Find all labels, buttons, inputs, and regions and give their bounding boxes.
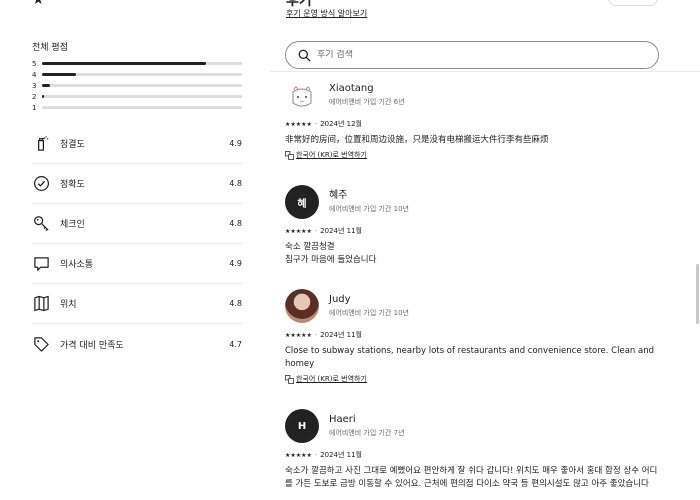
category-accuracy: 정확도 4.8 xyxy=(32,164,242,204)
rating-bar-fill xyxy=(42,95,44,98)
reviewer-tenure: 에어비앤비 가입 기간 10년 xyxy=(329,205,409,213)
reviewer-name[interactable]: Judy xyxy=(329,293,409,306)
category-label: 의사소통 xyxy=(60,260,94,270)
reviewer-tenure: 에어비앤비 가입 기간 7년 xyxy=(329,429,405,437)
map-icon xyxy=(32,295,50,313)
header-divider xyxy=(270,71,700,72)
check-circle-icon xyxy=(32,175,50,193)
chat-bubble-icon xyxy=(32,255,50,273)
review-item: 혜 혜주 에어비앤비 가입 기간 10년 ★★★★★ · 2024년 11월 숙소 … xyxy=(285,185,665,267)
translate-link[interactable]: 한국어 (KR)로 번역하기 xyxy=(285,150,665,161)
category-label: 위치 xyxy=(60,300,77,310)
reviewer-name[interactable]: 혜주 xyxy=(329,189,409,202)
translate-link[interactable]: 한국어 (KR)로 번역하기 xyxy=(285,374,665,385)
avatar[interactable] xyxy=(285,289,319,323)
rating-bar-row: 2 xyxy=(32,91,242,102)
category-checkin: 체크인 4.8 xyxy=(32,204,242,244)
rating-star-icon: ★ xyxy=(32,0,45,8)
price-tag-icon xyxy=(32,335,50,353)
rating-bar-label: 1 xyxy=(32,103,37,112)
category-score: 4.8 xyxy=(229,299,242,308)
rating-bar-row: 5 xyxy=(32,58,242,69)
rating-bar-fill xyxy=(42,73,76,76)
translate-label[interactable]: 한국어 (KR)로 번역하기 xyxy=(296,150,367,161)
category-score: 4.9 xyxy=(229,139,242,148)
cartoon-avatar-icon xyxy=(292,86,312,107)
review-text: 숙소가 깔끔하고 사진 그대로 예뻤어요 편안하게 잘 쉬다 갑니다! 위치도 … xyxy=(285,466,658,489)
translate-icon xyxy=(285,375,294,384)
category-value: 가격 대비 만족도 4.7 xyxy=(32,324,242,364)
avatar[interactable]: H xyxy=(285,409,319,443)
star-rating-icon: ★★★★★ xyxy=(285,332,312,339)
rating-distribution: 5 4 3 2 1 xyxy=(32,58,242,113)
review-item: Judy 에어비앤비 가입 기간 10년 ★★★★★ · 2024년 11월 Clo… xyxy=(285,289,665,385)
search-icon xyxy=(298,49,311,61)
review-rating-line: ★★★★★ · 2024년 11월 xyxy=(285,451,362,459)
category-score: 4.8 xyxy=(229,179,242,188)
sort-button[interactable] xyxy=(608,0,658,6)
rating-bar-row: 4 xyxy=(32,69,242,80)
review-text: Close to subway stations, nearby lots of… xyxy=(285,346,654,369)
review-text: 숙소 깔끔청결 침구가 마음에 들었습니다 xyxy=(285,242,377,265)
review-item: Xiaotang 에어비앤비 가입 기간 6년 ★★★★★ · 2024년 12월 … xyxy=(285,78,665,161)
translate-icon xyxy=(285,151,294,160)
search-input[interactable] xyxy=(317,50,617,60)
category-score: 4.8 xyxy=(229,219,242,228)
translate-label[interactable]: 한국어 (KR)로 번역하기 xyxy=(296,374,367,385)
category-cleanliness: 청결도 4.9 xyxy=(32,124,242,164)
category-label: 체크인 xyxy=(60,220,85,230)
category-label: 정확도 xyxy=(60,180,85,190)
review-date: 2024년 11월 xyxy=(320,331,362,339)
review-rating-line: ★★★★★ · 2024년 12월 xyxy=(285,120,362,128)
reviewer-tenure: 에어비앤비 가입 기간 6년 xyxy=(329,98,405,106)
review-text: 非常好的房间，位置和周边设施，只是没有电梯搬运大件行李有些麻烦 xyxy=(285,135,549,145)
reviewer-name[interactable]: Haeri xyxy=(329,413,405,426)
rating-bar-label: 3 xyxy=(32,81,37,90)
category-communication: 의사소통 4.9 xyxy=(32,244,242,284)
review-policy-link[interactable]: 후기 운영 방식 알아보기 xyxy=(286,8,367,19)
avatar[interactable]: 혜 xyxy=(285,185,319,219)
spray-bottle-icon xyxy=(32,135,50,153)
review-search-box[interactable] xyxy=(285,41,659,69)
review-rating-line: ★★★★★ · 2024년 11월 xyxy=(285,331,362,339)
rating-bar-fill xyxy=(42,84,50,87)
rating-bar-label: 5 xyxy=(32,59,37,68)
category-score: 4.7 xyxy=(229,339,242,349)
reviewer-name[interactable]: Xiaotang xyxy=(329,82,405,95)
review-item: H Haeri 에어비앤비 가입 기간 7년 ★★★★★ · 2024년 11월 숙… xyxy=(285,409,665,491)
star-rating-icon: ★★★★★ xyxy=(285,228,312,235)
rating-bar-label: 4 xyxy=(32,70,37,79)
overall-rating-title: 전체 평점 xyxy=(32,43,68,53)
category-score: 4.9 xyxy=(229,259,242,268)
review-date: 2024년 11월 xyxy=(320,451,362,459)
reviewer-tenure: 에어비앤비 가입 기간 10년 xyxy=(329,309,409,317)
category-location: 위치 4.8 xyxy=(32,284,242,324)
key-icon xyxy=(32,215,50,233)
rating-bar-label: 2 xyxy=(32,92,37,101)
category-label: 청결도 xyxy=(60,140,85,150)
review-rating-line: ★★★★★ · 2024년 11월 xyxy=(285,227,362,235)
rating-bar-fill xyxy=(42,62,206,65)
avatar[interactable] xyxy=(285,78,319,112)
star-rating-icon: ★★★★★ xyxy=(285,121,312,128)
rating-bar-row: 3 xyxy=(32,80,242,91)
rating-bar-row: 1 xyxy=(32,102,242,113)
review-date: 2024년 11월 xyxy=(320,227,362,235)
review-date: 2024년 12월 xyxy=(320,120,362,128)
scrollbar[interactable] xyxy=(696,264,699,324)
star-rating-icon: ★★★★★ xyxy=(285,452,312,459)
category-label: 가격 대비 만족도 xyxy=(60,340,124,351)
category-ratings: 청결도 4.9 정확도 4.8 체크인 4.8 의사소통 4.9 위치 4.8 … xyxy=(32,124,242,364)
